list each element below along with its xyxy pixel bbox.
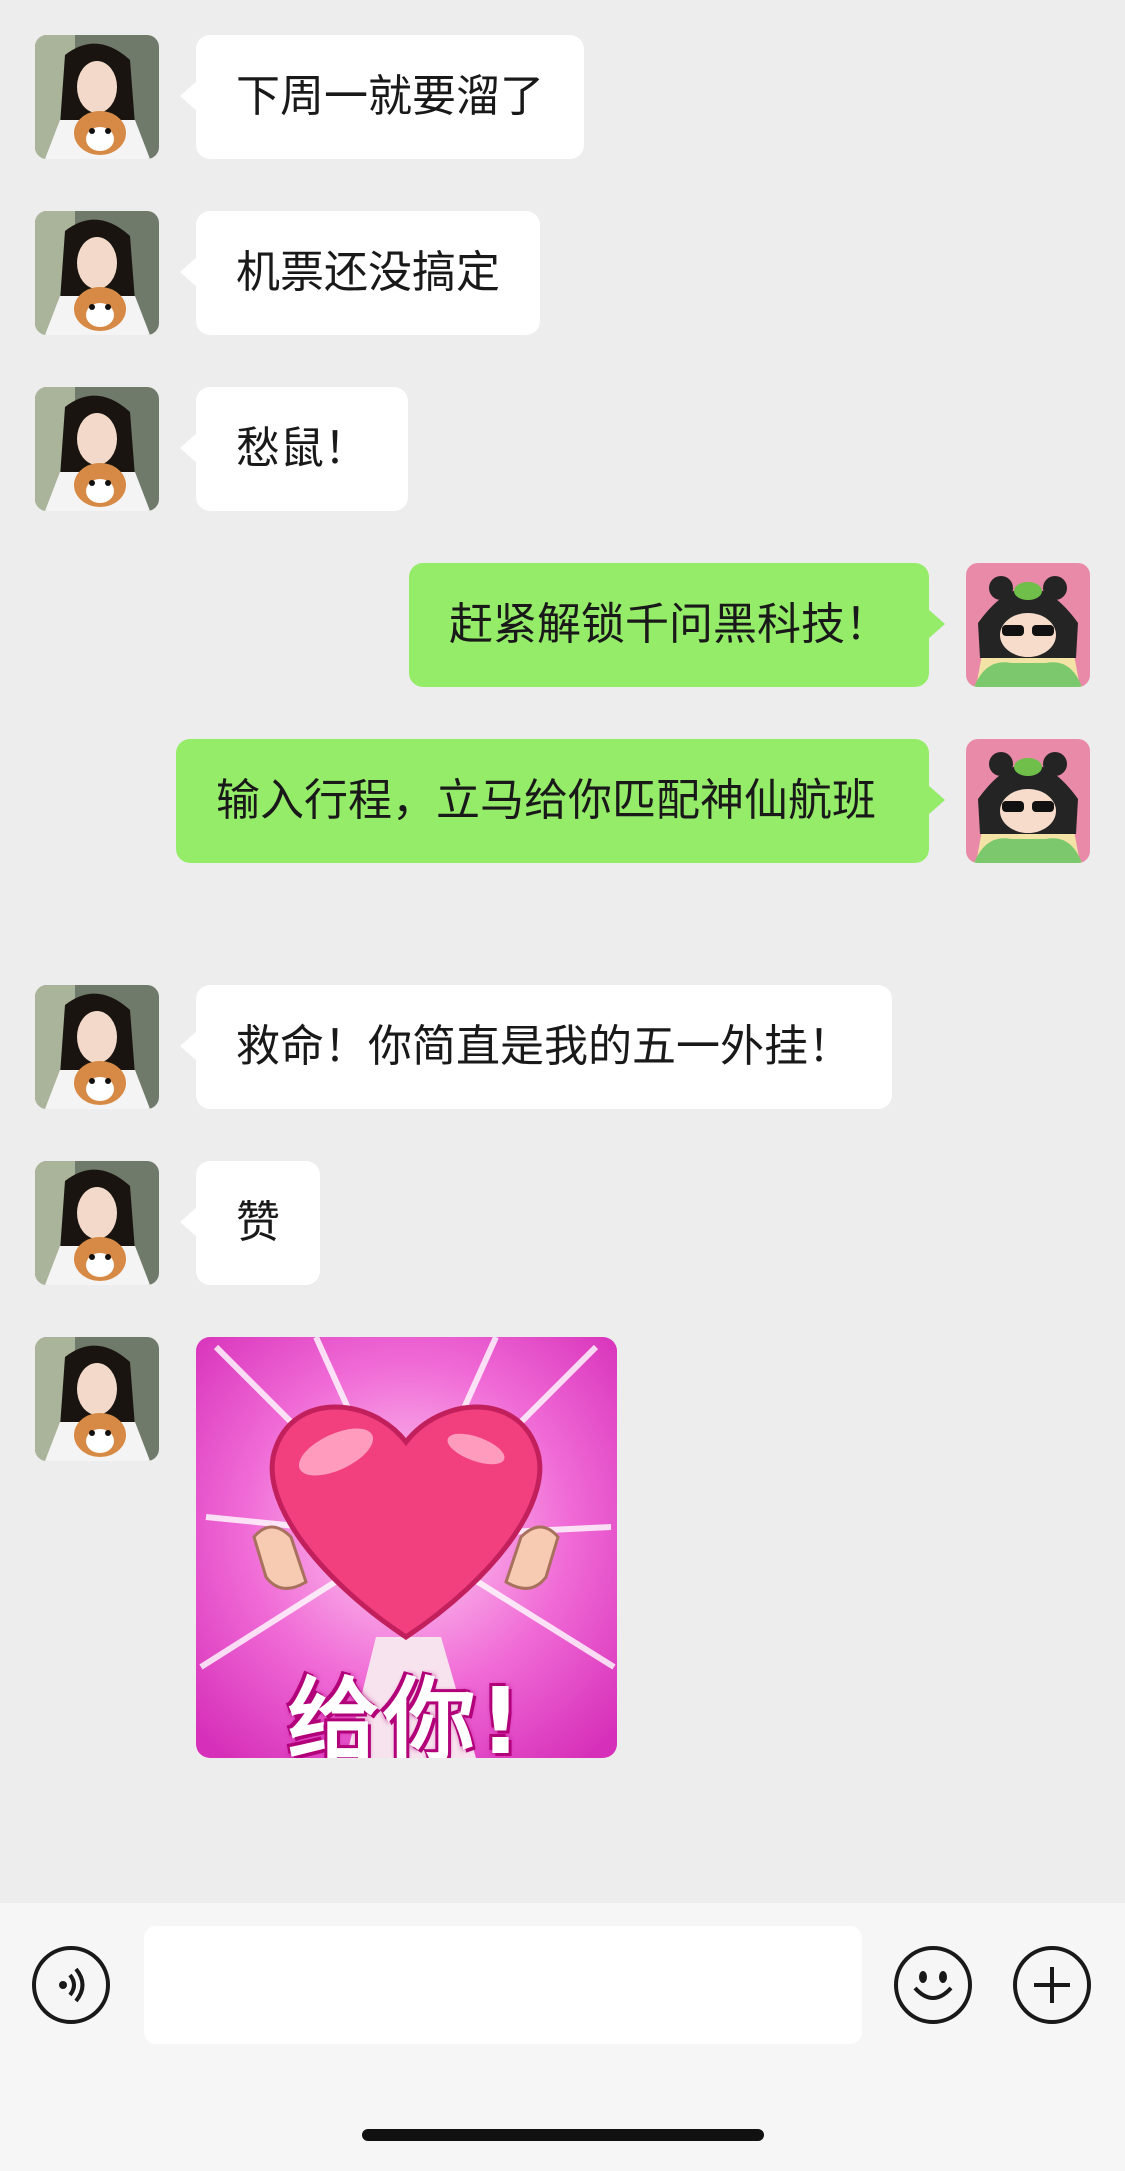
- voice-icon: [59, 1967, 85, 2003]
- contact-avatar[interactable]: [35, 1161, 159, 1285]
- my-avatar[interactable]: [966, 739, 1090, 863]
- message-bubble[interactable]: 赞: [180, 1161, 320, 1285]
- message-text: 输入行程，立马给你匹配神仙航班: [216, 775, 876, 826]
- emoji-icon: [913, 1971, 953, 2000]
- contact-avatar[interactable]: [35, 35, 159, 159]
- heart-sticker[interactable]: 给你!: [196, 1337, 617, 1758]
- message-text: 机票还没搞定: [236, 247, 500, 298]
- message-input[interactable]: [144, 1926, 862, 2044]
- contact-avatar[interactable]: [35, 211, 159, 335]
- message-bubble[interactable]: 赶紧解锁千问黑科技！: [409, 563, 945, 687]
- message-text: 愁鼠！: [236, 423, 368, 474]
- message-bubble[interactable]: 愁鼠！: [180, 387, 408, 511]
- contact-avatar[interactable]: [35, 985, 159, 1109]
- more-button[interactable]: [1013, 1946, 1091, 2024]
- home-indicator[interactable]: [362, 2129, 764, 2141]
- message-text: 赶紧解锁千问黑科技！: [449, 599, 889, 650]
- message-text: 赞: [236, 1197, 280, 1248]
- message-text: 救命！你简直是我的五一外挂！: [236, 1021, 852, 1072]
- chat-area: 下周一就要溜了 机票还没搞定 愁鼠！ 赶紧解锁千问黑科技！ 输入行程，立马给你匹…: [0, 0, 1125, 1900]
- contact-avatar[interactable]: [35, 1337, 159, 1461]
- message-bubble[interactable]: 输入行程，立马给你匹配神仙航班: [176, 739, 945, 863]
- message-bubble[interactable]: 机票还没搞定: [180, 211, 540, 335]
- sticker-caption: 给你!: [287, 1668, 526, 1758]
- plus-icon: [1034, 1967, 1070, 2003]
- message-text: 下周一就要溜了: [236, 71, 544, 122]
- contact-avatar[interactable]: [35, 387, 159, 511]
- message-bubble[interactable]: 救命！你简直是我的五一外挂！: [180, 985, 892, 1109]
- message-bubble[interactable]: 下周一就要溜了: [180, 35, 584, 159]
- emoji-button[interactable]: [894, 1946, 972, 2024]
- my-avatar[interactable]: [966, 563, 1090, 687]
- voice-button[interactable]: [32, 1946, 110, 2024]
